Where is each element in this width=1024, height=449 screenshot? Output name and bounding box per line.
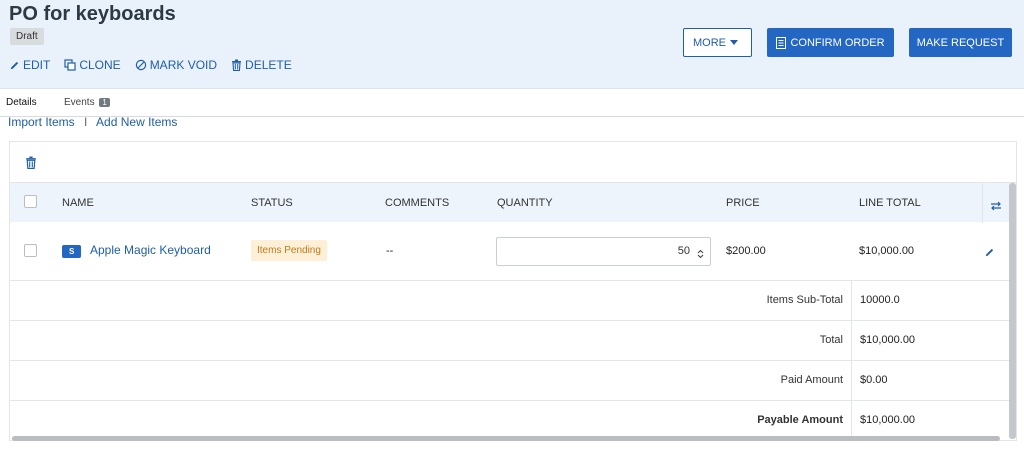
delete-label: DELETE bbox=[245, 58, 292, 72]
make-request-button[interactable]: MAKE REQUEST bbox=[909, 28, 1012, 57]
edit-action[interactable]: EDIT bbox=[9, 58, 50, 72]
item-status-badge: Items Pending bbox=[251, 240, 327, 261]
make-request-label: MAKE REQUEST bbox=[916, 36, 1005, 49]
edit-label: EDIT bbox=[23, 58, 51, 72]
column-header-line-total[interactable]: LINE TOTAL bbox=[859, 197, 921, 209]
column-header-status[interactable]: STATUS bbox=[251, 197, 293, 209]
more-button[interactable]: MORE bbox=[683, 28, 752, 57]
column-header-quantity[interactable]: QUANTITY bbox=[497, 197, 553, 209]
total-value: $10,000.00 bbox=[860, 334, 916, 346]
vertical-scrollbar[interactable] bbox=[1009, 183, 1016, 439]
summary-row-paid: Paid Amount $0.00 bbox=[10, 361, 1016, 401]
pencil-icon bbox=[985, 248, 994, 257]
paid-amount-label: Paid Amount bbox=[780, 374, 843, 386]
item-comments: -- bbox=[386, 245, 394, 257]
select-all-checkbox[interactable] bbox=[24, 195, 37, 208]
receipt-icon bbox=[776, 36, 787, 49]
bulk-delete-button[interactable] bbox=[25, 156, 37, 174]
tab-details[interactable]: Details bbox=[6, 97, 37, 108]
status-badge: Draft bbox=[10, 28, 44, 45]
void-icon bbox=[135, 59, 146, 71]
link-separator: I bbox=[84, 115, 88, 129]
payable-amount-label: Payable Amount bbox=[757, 414, 843, 426]
stepper-icon bbox=[697, 249, 704, 259]
summary-row-payable: Payable Amount $10,000.00 bbox=[10, 401, 1016, 441]
delete-action[interactable]: DELETE bbox=[231, 58, 292, 72]
trash-icon bbox=[26, 156, 36, 170]
item-type-badge: S bbox=[62, 245, 82, 258]
summary-divider bbox=[851, 281, 852, 321]
summary-divider bbox=[851, 401, 852, 441]
stepper-arrows[interactable] bbox=[697, 246, 704, 264]
add-new-items-link[interactable]: Add New Items bbox=[96, 115, 177, 129]
pencil-icon bbox=[10, 61, 19, 69]
table-row: S Apple Magic Keyboard Items Pending -- … bbox=[10, 222, 1016, 281]
action-bar: EDIT CLONE MARK VOID DELETE bbox=[9, 58, 306, 72]
caret-down-icon bbox=[730, 39, 738, 45]
mark-void-label: MARK VOID bbox=[149, 58, 218, 72]
page-header: PO for keyboards Draft EDIT CLONE MARK V… bbox=[0, 0, 1024, 89]
clone-action[interactable]: CLONE bbox=[64, 58, 121, 72]
tab-events[interactable]: Events 1 bbox=[64, 97, 110, 108]
total-label: Total bbox=[819, 334, 843, 346]
payable-amount-value: $10,000.00 bbox=[860, 414, 916, 426]
summary-divider bbox=[851, 321, 852, 361]
subtotal-label: Items Sub-Total bbox=[766, 294, 843, 306]
import-items-link[interactable]: Import Items bbox=[8, 115, 75, 129]
tab-bar: Details Events 1 bbox=[0, 89, 1024, 117]
column-header-price[interactable]: PRICE bbox=[726, 197, 760, 209]
items-table: NAME STATUS COMMENTS QUANTITY PRICE LINE… bbox=[9, 141, 1017, 441]
item-links: Import Items I Add New Items bbox=[8, 115, 177, 129]
tab-events-label: Events bbox=[64, 97, 95, 108]
confirm-order-button[interactable]: CONFIRM ORDER bbox=[767, 28, 894, 57]
subtotal-value: 10000.0 bbox=[860, 294, 900, 306]
clone-label: CLONE bbox=[79, 58, 121, 72]
confirm-order-label: CONFIRM ORDER bbox=[790, 36, 885, 49]
copy-icon bbox=[64, 59, 76, 71]
trash-icon bbox=[232, 59, 242, 71]
swap-columns-icon bbox=[991, 201, 1001, 211]
page-title: PO for keyboards bbox=[9, 3, 176, 25]
mark-void-action[interactable]: MARK VOID bbox=[135, 58, 217, 72]
column-header-comments[interactable]: COMMENTS bbox=[385, 197, 449, 209]
item-price: $200.00 bbox=[726, 245, 766, 257]
horizontal-scrollbar[interactable] bbox=[12, 436, 1000, 441]
item-line-total: $10,000.00 bbox=[859, 245, 915, 257]
events-count-badge: 1 bbox=[99, 98, 110, 107]
item-name-link[interactable]: Apple Magic Keyboard bbox=[90, 243, 211, 257]
table-header: NAME STATUS COMMENTS QUANTITY PRICE LINE… bbox=[10, 182, 1016, 223]
summary-row-total: Total $10,000.00 bbox=[10, 321, 1016, 361]
column-header-name[interactable]: NAME bbox=[62, 197, 94, 209]
summary-divider bbox=[851, 361, 852, 401]
more-label: MORE bbox=[693, 36, 726, 49]
column-divider bbox=[982, 183, 983, 223]
summary-row-subtotal: Items Sub-Total 10000.0 bbox=[10, 281, 1016, 321]
quantity-stepper[interactable]: 50 bbox=[496, 237, 711, 266]
column-settings-button[interactable] bbox=[990, 198, 1002, 216]
row-checkbox[interactable] bbox=[24, 244, 37, 257]
paid-amount-value: $0.00 bbox=[860, 374, 888, 386]
edit-row-button[interactable] bbox=[984, 245, 995, 263]
